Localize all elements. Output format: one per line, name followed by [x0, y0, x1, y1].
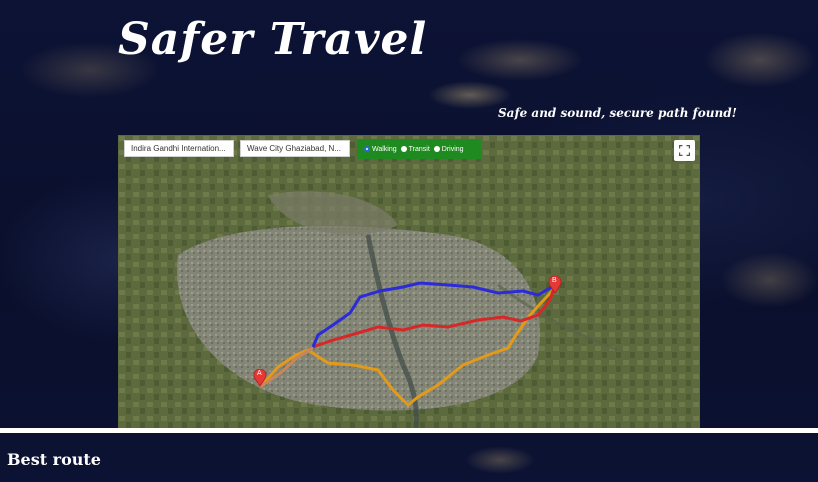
fullscreen-button[interactable] — [674, 140, 695, 161]
mode-driving-label: Driving — [441, 145, 464, 153]
radio-transit[interactable] — [400, 146, 407, 152]
marker-b-label: B — [552, 277, 557, 284]
section-divider — [0, 428, 818, 433]
marker-a-label: A — [257, 370, 262, 377]
travel-mode-selector: Walking Transit Driving — [357, 139, 481, 159]
marker-b[interactable]: B — [548, 275, 562, 294]
radio-walking[interactable] — [364, 146, 370, 152]
mode-walking[interactable]: Walking — [364, 146, 397, 153]
satellite-terrain — [118, 135, 700, 428]
mode-transit[interactable]: Transit — [400, 145, 430, 153]
mode-walking-label: Walking — [372, 145, 397, 153]
mode-driving[interactable]: Driving — [433, 145, 464, 153]
best-route-heading: Best route — [7, 450, 101, 469]
marker-a[interactable]: A — [253, 368, 267, 387]
page-subtitle: Safe and sound, secure path found! — [498, 106, 737, 120]
fullscreen-icon — [679, 145, 690, 156]
mode-transit-label: Transit — [408, 145, 430, 153]
radio-driving[interactable] — [433, 146, 440, 152]
origin-input[interactable]: Indira Gandhi Internation... — [124, 140, 234, 157]
destination-input[interactable]: Wave City Ghaziabad, N... — [240, 140, 350, 157]
page-title: Safer Travel — [118, 14, 428, 65]
map-view[interactable]: A B Indira Gandhi Internation... Wave Ci… — [118, 135, 700, 428]
